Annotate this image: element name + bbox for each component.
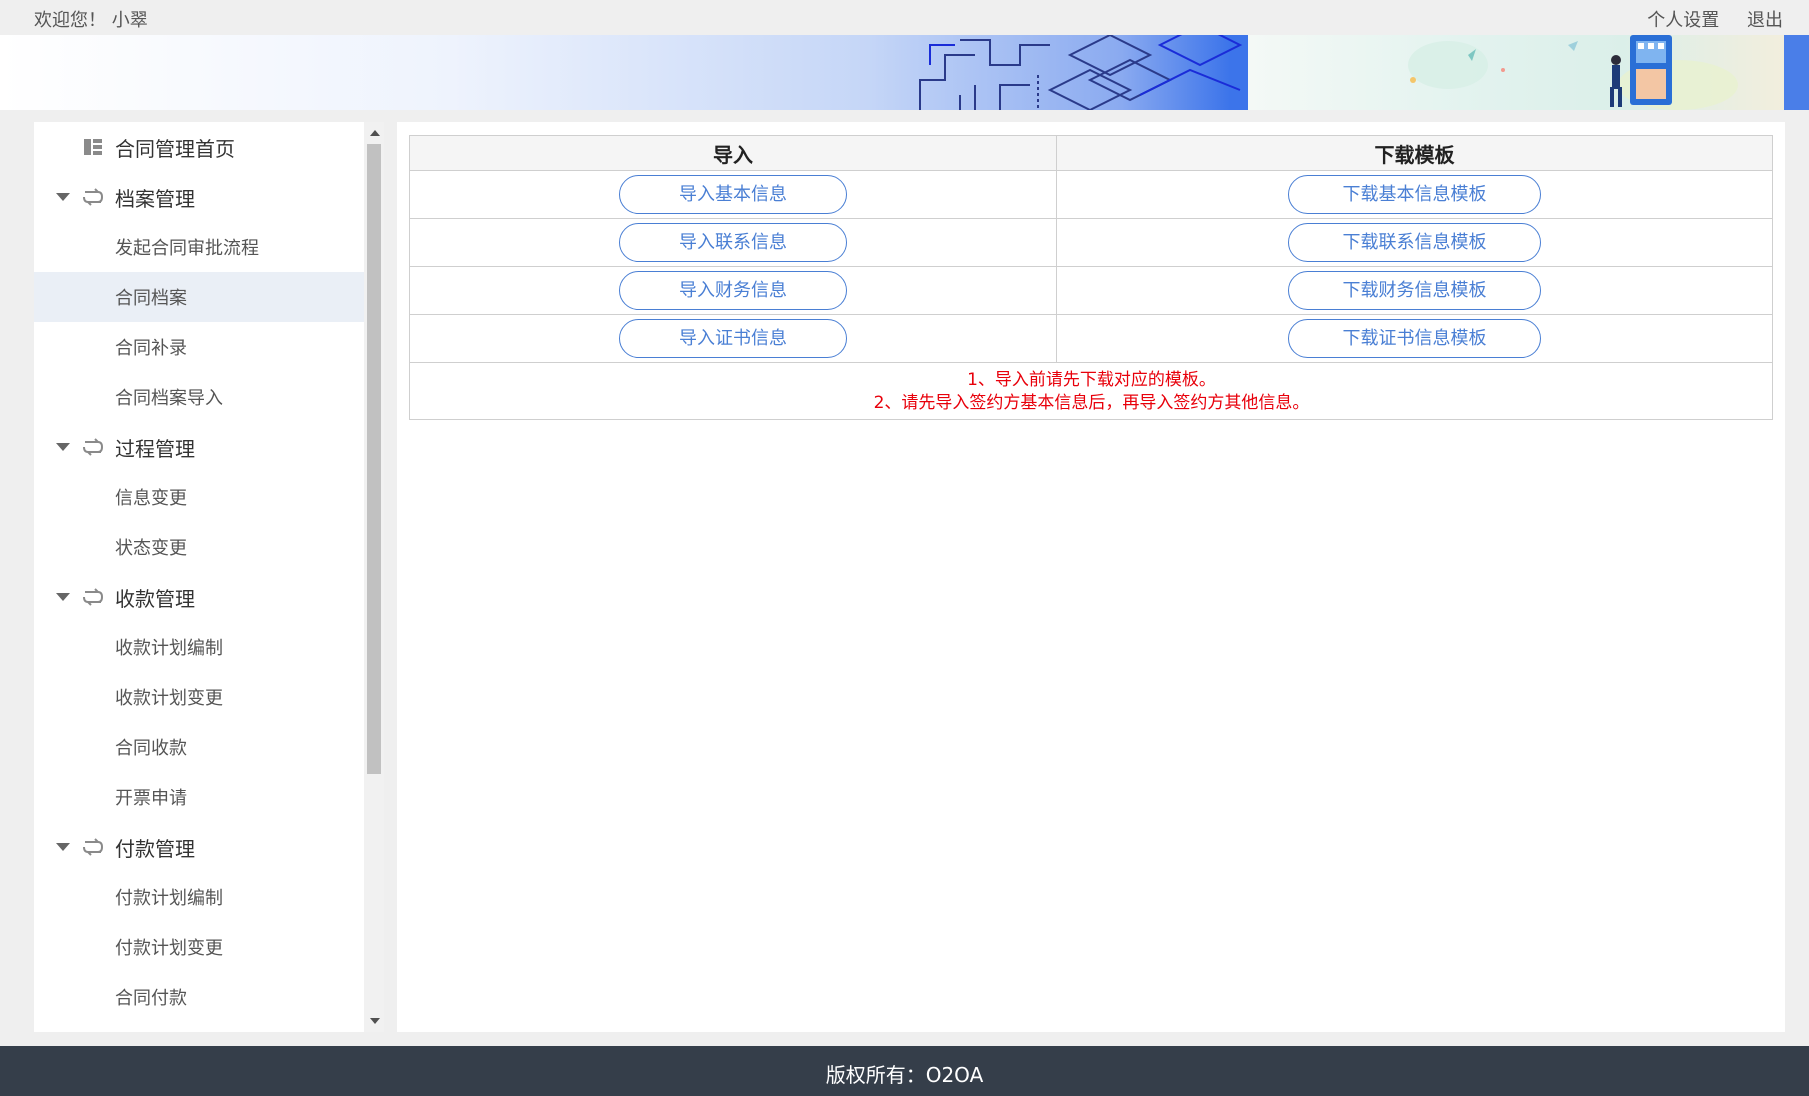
sidebar-item-label: 付款计划变更	[115, 938, 223, 959]
sidebar-item-contract-payment[interactable]: 合同付款	[34, 972, 364, 1022]
sidebar-item-payment-plan[interactable]: 付款计划编制	[34, 872, 364, 922]
dashboard-icon	[84, 139, 102, 155]
sidebar-group-payment[interactable]: 付款管理	[34, 822, 364, 872]
workflow-icon	[83, 838, 104, 856]
logout-link[interactable]: 退出	[1747, 10, 1783, 31]
sidebar-item-label: 合同付款	[115, 988, 187, 1009]
sidebar-item-label: 收款计划编制	[115, 638, 223, 659]
import-certificate-info-button[interactable]: 导入证书信息	[619, 319, 847, 358]
chevron-down-icon	[56, 443, 70, 451]
sidebar-item-label: 合同档案	[115, 288, 187, 309]
download-basic-info-template-button[interactable]: 下载基本信息模板	[1288, 175, 1541, 214]
download-column-header: 下载模板	[1056, 135, 1773, 171]
header-banner	[0, 35, 1809, 110]
sidebar-item-contract-supplement[interactable]: 合同补录	[34, 322, 364, 372]
scroll-down-arrow-icon[interactable]	[370, 1018, 380, 1024]
table-row: 导入基本信息 下载基本信息模板	[409, 170, 1773, 219]
sidebar-group-process[interactable]: 过程管理	[34, 422, 364, 472]
sidebar-item-contract-receipt[interactable]: 合同收款	[34, 722, 364, 772]
sidebar-item-label: 合同档案导入	[115, 388, 223, 409]
sidebar-item-status-change[interactable]: 状态变更	[34, 522, 364, 572]
footer: 版权所有：O2OA	[0, 1046, 1809, 1096]
import-contact-info-button[interactable]: 导入联系信息	[619, 223, 847, 262]
sidebar-item-label: 合同管理首页	[115, 136, 235, 161]
sidebar-item-payment-plan-change[interactable]: 付款计划变更	[34, 922, 364, 972]
sidebar-item-label: 过程管理	[115, 436, 195, 461]
sidebar-item-start-approval[interactable]: 发起合同审批流程	[34, 222, 364, 272]
workflow-icon	[83, 188, 104, 206]
note-line: 1、导入前请先下载对应的模板。	[967, 370, 1216, 390]
sidebar-item-label: 收款计划变更	[115, 688, 223, 709]
workflow-icon	[83, 588, 104, 606]
notes-row: 1、导入前请先下载对应的模板。 2、请先导入签约方基本信息后，再导入签约方其他信…	[409, 362, 1773, 420]
sidebar-item-archive-import[interactable]: 合同档案导入	[34, 372, 364, 422]
sidebar-item-label: 开票申请	[115, 788, 187, 809]
sidebar-group-archive[interactable]: 档案管理	[34, 172, 364, 222]
sidebar: 合同管理首页 档案管理 发起合同审批流程 合同档案 合同补录 合同档案导入 过程…	[34, 122, 384, 1032]
sidebar-item-info-change[interactable]: 信息变更	[34, 472, 364, 522]
top-links: 个人设置 退出	[1625, 6, 1783, 32]
scroll-up-arrow-icon[interactable]	[370, 130, 380, 136]
personal-settings-link[interactable]: 个人设置	[1647, 10, 1719, 31]
download-contact-info-template-button[interactable]: 下载联系信息模板	[1288, 223, 1541, 262]
illustration-graphic	[1408, 35, 1738, 110]
sidebar-menu: 合同管理首页 档案管理 发起合同审批流程 合同档案 合同补录 合同档案导入 过程…	[34, 122, 364, 1022]
welcome-text: 欢迎您！ 小翠	[34, 10, 148, 31]
sidebar-item-label: 档案管理	[115, 186, 195, 211]
sidebar-item-label: 合同收款	[115, 738, 187, 759]
import-basic-info-button[interactable]: 导入基本信息	[619, 175, 847, 214]
table-row: 导入证书信息 下载证书信息模板	[409, 314, 1773, 363]
sidebar-item-label: 收款管理	[115, 586, 195, 611]
note-line: 2、请先导入签约方基本信息后，再导入签约方其他信息。	[873, 393, 1310, 413]
workflow-icon	[83, 438, 104, 456]
import-column-header: 导入	[409, 135, 1057, 171]
sidebar-item-contract-home[interactable]: 合同管理首页	[34, 122, 364, 172]
banner-illustration	[1248, 35, 1784, 110]
download-finance-info-template-button[interactable]: 下载财务信息模板	[1288, 271, 1541, 310]
sidebar-item-contract-archive[interactable]: 合同档案	[34, 272, 364, 322]
table-row: 导入财务信息 下载财务信息模板	[409, 266, 1773, 315]
sidebar-item-label: 付款管理	[115, 836, 195, 861]
chevron-down-icon	[56, 843, 70, 851]
sidebar-item-receipt-plan-change[interactable]: 收款计划变更	[34, 672, 364, 722]
sidebar-group-receipt[interactable]: 收款管理	[34, 572, 364, 622]
chevron-down-icon	[56, 193, 70, 201]
table-row: 导入联系信息 下载联系信息模板	[409, 218, 1773, 267]
sidebar-item-label: 付款计划编制	[115, 888, 223, 909]
sidebar-item-receipt-plan[interactable]: 收款计划编制	[34, 622, 364, 672]
banner-edge	[1784, 35, 1809, 110]
sidebar-item-label: 合同补录	[115, 338, 187, 359]
scroll-thumb[interactable]	[367, 144, 381, 774]
notes-cell: 1、导入前请先下载对应的模板。 2、请先导入签约方基本信息后，再导入签约方其他信…	[409, 362, 1773, 420]
download-certificate-info-template-button[interactable]: 下载证书信息模板	[1288, 319, 1541, 358]
sidebar-item-label: 信息变更	[115, 488, 187, 509]
main-panel: 导入 下载模板 导入基本信息 下载基本信息模板 导入联系信息 下载联系信息模板 …	[397, 122, 1785, 1032]
sidebar-item-label: 状态变更	[115, 538, 187, 559]
import-table: 导入 下载模板 导入基本信息 下载基本信息模板 导入联系信息 下载联系信息模板 …	[409, 135, 1773, 420]
copyright-text: 版权所有：O2OA	[825, 1063, 984, 1087]
banner-graphic	[919, 35, 1243, 110]
sidebar-item-invoice-request[interactable]: 开票申请	[34, 772, 364, 822]
sidebar-scrollbar[interactable]	[364, 122, 384, 1032]
top-bar: 欢迎您！ 小翠 个人设置 退出	[0, 0, 1809, 35]
import-finance-info-button[interactable]: 导入财务信息	[619, 271, 847, 310]
chevron-down-icon	[56, 593, 70, 601]
sidebar-item-label: 发起合同审批流程	[115, 238, 259, 259]
table-header-row: 导入 下载模板	[409, 135, 1773, 171]
